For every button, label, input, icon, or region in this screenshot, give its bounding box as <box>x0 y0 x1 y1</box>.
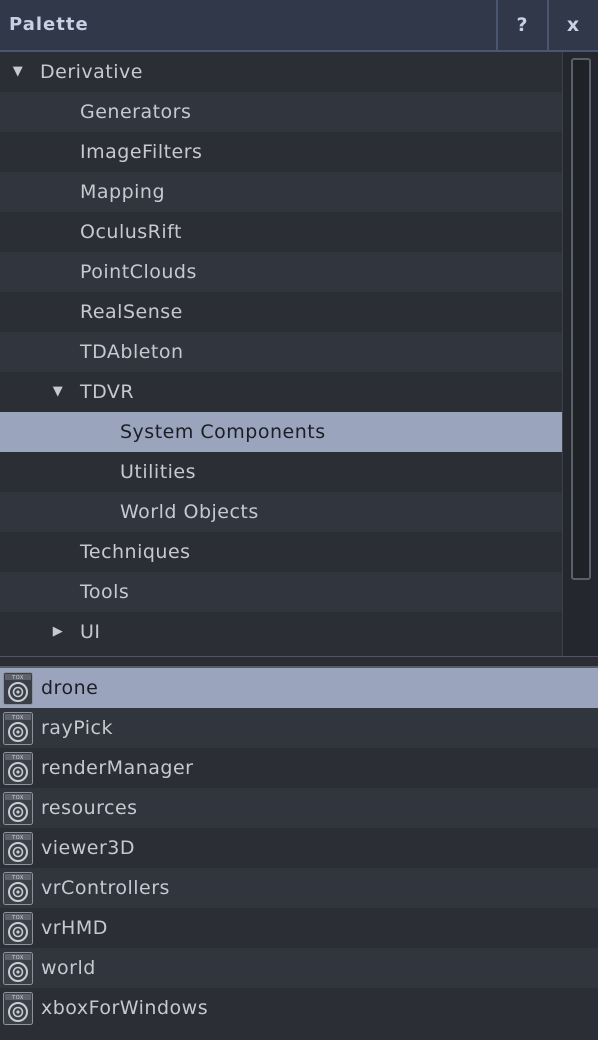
palette-title-bar: Palette ? x <box>0 0 598 52</box>
tox-component-icon: TOX <box>3 672 33 705</box>
svg-text:TOX: TOX <box>11 995 24 1001</box>
tox-component-icon: TOX <box>3 792 33 825</box>
tree-item[interactable]: Utilities <box>0 452 562 492</box>
tree-item[interactable]: Tools <box>0 572 562 612</box>
component-item[interactable]: TOX renderManager <box>0 748 598 788</box>
component-item-label: resources <box>41 797 138 819</box>
palette-title: Palette <box>9 14 89 35</box>
tree-item-label: Utilities <box>120 461 197 483</box>
tree-item-label: World Objects <box>120 501 259 523</box>
tree-item-label: UI <box>80 621 101 643</box>
tree-item-label: OculusRift <box>80 221 182 243</box>
component-item[interactable]: TOX world <box>0 948 598 988</box>
tree-item-label: Derivative <box>40 61 143 83</box>
tox-component-icon: TOX <box>3 872 33 905</box>
expand-arrow-icon[interactable]: ▼ <box>8 52 28 92</box>
tree-item[interactable]: System Components <box>0 412 562 452</box>
help-button[interactable]: ? <box>496 0 546 50</box>
tox-component-icon: TOX <box>3 992 33 1025</box>
component-item[interactable]: TOX xboxForWindows <box>0 988 598 1028</box>
tox-component-icon: TOX <box>3 912 33 945</box>
tree-item[interactable]: ▼ TDVR <box>0 372 562 412</box>
tree-item-label: RealSense <box>80 301 183 323</box>
component-list: TOX drone TOX rayPick TOX renderManager TOX res… <box>0 668 598 1040</box>
tox-component-icon: TOX <box>3 752 33 785</box>
tree-item[interactable]: TDAbleton <box>0 332 562 372</box>
svg-text:TOX: TOX <box>11 755 24 761</box>
tree-item-label: ImageFilters <box>80 141 203 163</box>
svg-text:TOX: TOX <box>11 715 24 721</box>
svg-text:TOX: TOX <box>11 675 24 681</box>
tree-item-label: Mapping <box>80 181 166 203</box>
tree-item[interactable]: ▼ Derivative <box>0 52 562 92</box>
component-item[interactable]: TOX vrControllers <box>0 868 598 908</box>
component-item-label: drone <box>41 677 99 699</box>
component-item-label: renderManager <box>41 757 194 779</box>
tree-item[interactable]: OculusRift <box>0 212 562 252</box>
component-item-label: vrControllers <box>41 877 170 899</box>
tree-item[interactable]: PointClouds <box>0 252 562 292</box>
tox-component-icon: TOX <box>3 832 33 865</box>
pane-splitter[interactable] <box>0 656 598 668</box>
tree-item[interactable]: RealSense <box>0 292 562 332</box>
svg-text:TOX: TOX <box>11 875 24 881</box>
tree-item-label: TDAbleton <box>80 341 184 363</box>
tox-component-icon: TOX <box>3 952 33 985</box>
component-item-label: rayPick <box>41 717 113 739</box>
component-item-label: xboxForWindows <box>41 997 209 1019</box>
component-item[interactable]: TOX viewer3D <box>0 828 598 868</box>
component-item[interactable]: TOX drone <box>0 668 598 708</box>
tree-item[interactable]: Generators <box>0 92 562 132</box>
tree-item-label: TDVR <box>80 381 135 403</box>
svg-text:TOX: TOX <box>11 795 24 801</box>
tox-component-icon: TOX <box>3 712 33 745</box>
svg-text:TOX: TOX <box>11 955 24 961</box>
tree-item[interactable]: ▶ UI <box>0 612 562 652</box>
tree-item-label: Techniques <box>80 541 191 563</box>
tree-item-label: Generators <box>80 101 192 123</box>
component-item[interactable]: TOX rayPick <box>0 708 598 748</box>
component-item-label: vrHMD <box>41 917 108 939</box>
tree-item[interactable]: World Objects <box>0 492 562 532</box>
component-item-label: viewer3D <box>41 837 135 859</box>
component-item-label: world <box>41 957 96 979</box>
svg-text:TOX: TOX <box>11 835 24 841</box>
tree-item[interactable]: Mapping <box>0 172 562 212</box>
palette-folder-tree: ▼ Derivative Generators ImageFilters Mapping… <box>0 52 562 652</box>
close-button[interactable]: x <box>547 0 597 50</box>
expand-arrow-icon[interactable]: ▼ <box>48 372 68 412</box>
svg-text:TOX: TOX <box>11 915 24 921</box>
tree-item[interactable]: Techniques <box>0 532 562 572</box>
tree-item[interactable]: ImageFilters <box>0 132 562 172</box>
collapse-arrow-icon[interactable]: ▶ <box>48 612 68 652</box>
tree-scrollbar[interactable] <box>562 52 598 656</box>
component-item[interactable]: TOX vrHMD <box>0 908 598 948</box>
scrollbar-thumb[interactable] <box>571 58 591 580</box>
component-item[interactable]: TOX resources <box>0 788 598 828</box>
tree-item-label: Tools <box>80 581 130 603</box>
tree-item-label: System Components <box>120 421 326 443</box>
tree-item-label: PointClouds <box>80 261 197 283</box>
